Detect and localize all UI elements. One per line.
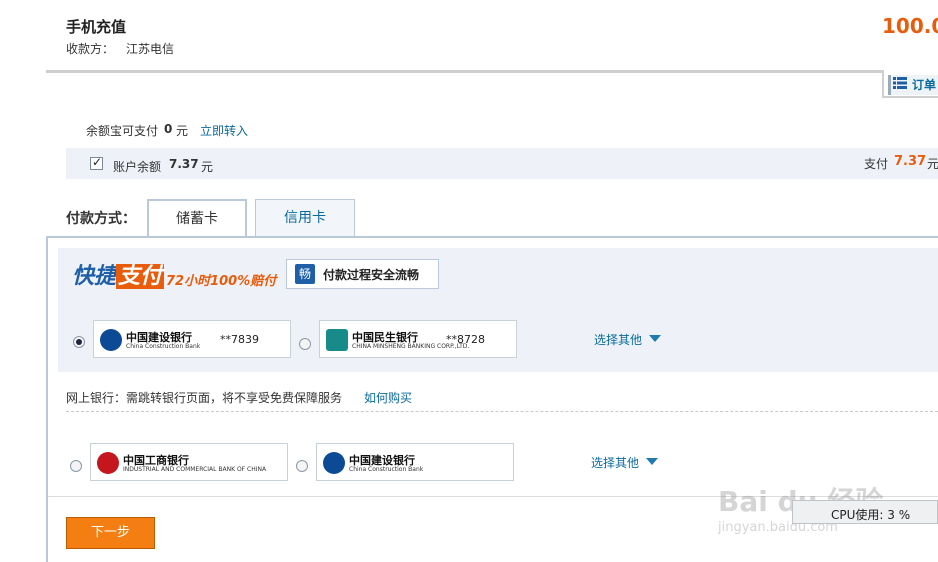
account-balance-unit: 元 [201,160,214,174]
bank-option-cmbc-quick[interactable]: 中国民生银行 CHINA MINSHENG BANKING CORP.,LTD.… [319,320,517,358]
ccb-logo-icon [100,329,122,351]
card-tail-number: **7839 [220,333,259,346]
pay-label: 支付 [864,157,889,171]
netbank-more-button[interactable]: 选择其他 [591,454,639,471]
bank-option-icbc[interactable]: 中国工商银行 INDUSTRIAL AND COMMERCIAL BANK OF… [90,443,288,481]
tab-credit-card[interactable]: 信用卡 [255,199,355,236]
order-tab-label[interactable]: 订单 [912,76,936,93]
security-badge-text: 付款过程安全流畅 [323,268,420,282]
bank-radio-ccb-net[interactable] [296,460,308,472]
chevron-down-icon[interactable] [646,458,658,465]
how-to-buy-link[interactable]: 如何购买 [364,389,412,406]
quickpay-slogan: 72小时100%赔付 [166,274,277,289]
icbc-logo-icon [97,452,119,474]
quickpay-more-button[interactable]: 选择其他 [594,331,642,348]
security-badge: 畅 付款过程安全流畅 [286,259,439,289]
payee-name: 江苏电信 [126,42,175,56]
card-tail-number: **8728 [446,333,485,346]
cpu-usage-widget: CPU使用: 3 % [792,500,938,524]
yuebao-value: 0 [164,122,173,136]
ccb-logo-icon [323,452,345,474]
list-icon [893,77,907,89]
cmbc-logo-icon [326,329,348,351]
bank-radio-icbc[interactable] [70,460,82,472]
pay-unit: 元 [927,157,938,171]
next-step-button[interactable]: 下一步 [66,517,155,549]
quickpay-logo: 快捷支付 [72,264,165,289]
transfer-in-link[interactable]: 立即转入 [200,122,248,139]
bank-english-name: China Construction Bank [126,343,201,350]
account-balance-value: 7.37 [169,157,199,171]
payment-method-label: 付款方式： [66,211,136,227]
bank-option-ccb-net[interactable]: 中国建设银行 China Construction Bank [316,443,514,481]
netbank-divider [66,411,938,412]
tab-debit-card[interactable]: 储蓄卡 [147,199,247,238]
bank-english-name: China Construction Bank [349,466,424,473]
payee-label: 收款方： [66,42,115,56]
account-balance-checkbox[interactable]: ✓ [90,155,103,170]
netbank-label: 网上银行：需跳转银行页面，将不享受免费保障服务 [66,391,343,405]
order-amount: 100.0 [882,14,938,38]
chevron-down-icon[interactable] [649,335,661,342]
bank-radio-cmbc-quick[interactable] [299,338,311,350]
header-divider [46,70,938,73]
pay-value: 7.37 [894,154,927,169]
check-icon: ✓ [92,155,103,169]
account-balance-label: 账户余额 [113,160,162,174]
yuebao-unit: 元 [176,124,189,138]
yuebao-label: 余额宝可支付 [86,124,159,138]
bank-radio-ccb-quick[interactable] [73,336,85,348]
cpu-usage-text: CPU使用: 3 % [831,508,911,522]
bank-option-ccb-quick[interactable]: 中国建设银行 China Construction Bank **7839 [93,320,291,358]
page-title: 手机充值 [66,18,127,36]
shield-icon: 畅 [295,264,315,284]
bank-english-name: INDUSTRIAL AND COMMERCIAL BANK OF CHINA [123,466,267,473]
